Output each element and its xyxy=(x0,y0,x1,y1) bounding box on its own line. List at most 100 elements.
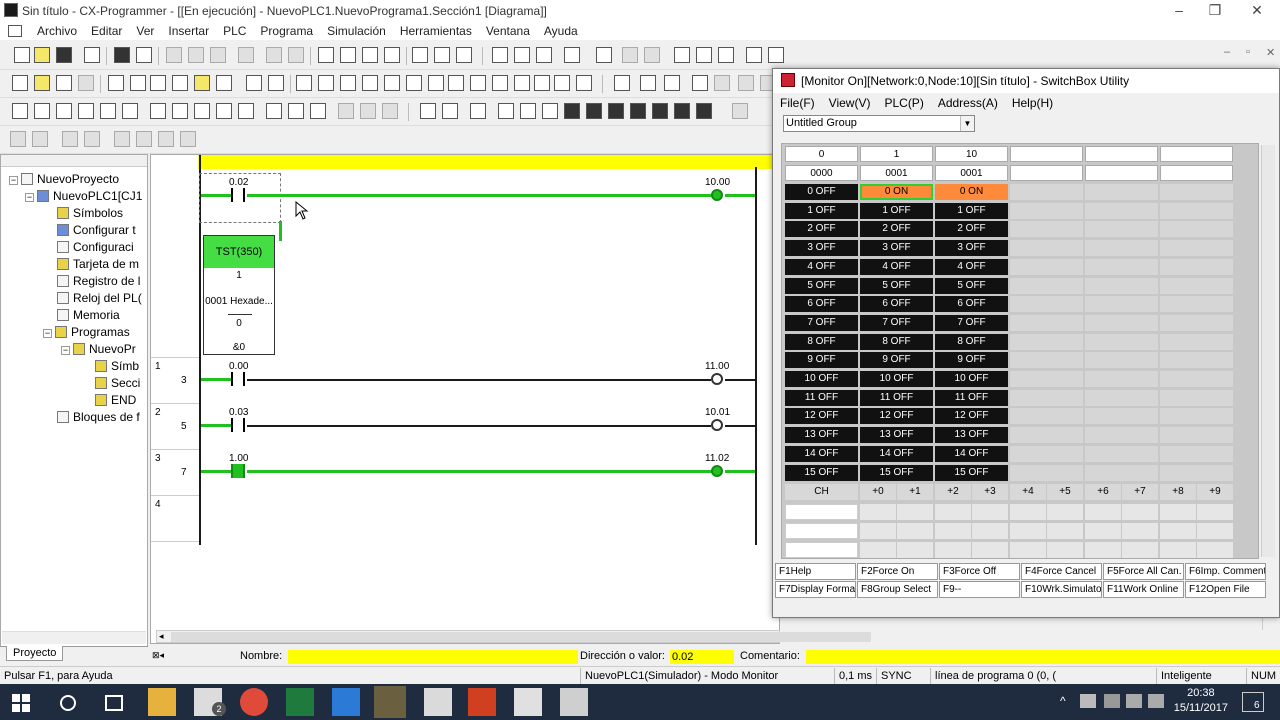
bit-switch[interactable]: 8 OFF xyxy=(785,333,858,350)
menu-ventana[interactable]: Ventana xyxy=(479,24,537,38)
bit-switch[interactable]: 13 OFF xyxy=(860,427,933,444)
line-draw-icon[interactable] xyxy=(554,75,570,91)
reset-icon[interactable] xyxy=(360,103,376,119)
menu-plc[interactable]: PLC xyxy=(216,24,253,38)
lower-grid-ch-cell[interactable] xyxy=(785,542,858,558)
info-collapse-icon[interactable]: ⊠◂ xyxy=(152,650,164,661)
coil-nc-icon[interactable] xyxy=(470,75,486,91)
nombre-field[interactable] xyxy=(288,650,578,664)
fast-forward-icon[interactable] xyxy=(674,103,690,119)
group-select[interactable]: Untitled Group ▼ xyxy=(783,115,975,132)
bit-switch[interactable]: 7 OFF xyxy=(935,314,1008,331)
scroll-left-icon[interactable]: ◂ xyxy=(159,631,164,642)
info-icon[interactable] xyxy=(412,47,428,63)
bit-switch[interactable]: 11 OFF xyxy=(785,389,858,406)
switchbox-title-bar[interactable]: [Monitor On][Network:0,Node:10][Sin títu… xyxy=(773,69,1279,93)
channel-header[interactable] xyxy=(1010,146,1083,162)
next-bookmark-icon[interactable] xyxy=(136,131,152,147)
bit-switch[interactable]: 1 OFF xyxy=(785,202,858,219)
channel-value[interactable]: 0001 xyxy=(860,165,933,181)
lower-grid-cell[interactable] xyxy=(860,504,896,520)
bit-switch[interactable]: 15 OFF xyxy=(785,464,858,481)
tree-node-memory[interactable]: Memoria xyxy=(57,307,120,323)
instruction-icon[interactable] xyxy=(492,75,508,91)
ladder-view-icon[interactable] xyxy=(194,75,210,91)
menu-archivo[interactable]: Archivo xyxy=(30,24,84,38)
print-preview-icon[interactable] xyxy=(84,47,100,63)
simulator-icon[interactable] xyxy=(420,103,436,119)
bit-switch[interactable]: 10 OFF xyxy=(935,371,1008,387)
tree-node-settings[interactable]: Configuraci xyxy=(57,239,134,255)
fkey-button[interactable]: F1Help xyxy=(775,563,856,580)
menu-ver[interactable]: Ver xyxy=(129,24,161,38)
channel-value[interactable]: 0001 xyxy=(935,165,1008,181)
excel-icon[interactable] xyxy=(286,688,314,716)
signed-display-icon[interactable] xyxy=(288,103,304,119)
lower-grid-cell[interactable] xyxy=(1197,542,1233,558)
tree-node-plc[interactable]: − NuevoPLC1[CJ1 xyxy=(25,188,142,204)
lower-grid-cell[interactable] xyxy=(1085,523,1121,539)
search-icon[interactable] xyxy=(58,693,78,713)
io-table-icon[interactable] xyxy=(150,103,166,119)
usb-icon[interactable] xyxy=(1104,694,1120,708)
st-block-icon[interactable] xyxy=(534,75,550,91)
lower-grid-cell[interactable] xyxy=(1197,504,1233,520)
step-end-icon[interactable] xyxy=(696,103,712,119)
bit-switch[interactable]: 3 OFF xyxy=(935,240,1008,257)
compile-icon[interactable] xyxy=(564,47,580,63)
bit-switch[interactable]: 14 OFF xyxy=(785,445,858,462)
tree-node-plc-clock[interactable]: Reloj del PL( xyxy=(57,290,142,306)
tree-node-program[interactable]: − NuevoPr xyxy=(61,341,136,357)
bit-switch[interactable]: 10 OFF xyxy=(860,371,933,387)
contact-or-icon[interactable] xyxy=(362,75,378,91)
set-value-icon[interactable] xyxy=(768,47,784,63)
lower-grid-cell[interactable] xyxy=(1010,504,1046,520)
file-explorer-icon[interactable] xyxy=(148,688,176,716)
bit-switch[interactable]: 12 OFF xyxy=(785,408,858,425)
fkey-button[interactable]: F3Force Off xyxy=(939,563,1020,580)
error-log-toolbar-icon[interactable] xyxy=(216,103,232,119)
sb-menu-plc[interactable]: PLC(P) xyxy=(877,96,930,110)
step-out-icon[interactable] xyxy=(652,103,668,119)
pause-sim-icon[interactable] xyxy=(586,103,602,119)
lower-grid-cell[interactable] xyxy=(1197,523,1233,539)
windows-start-icon[interactable] xyxy=(12,694,30,712)
list-icon[interactable] xyxy=(150,75,166,91)
line-delete-icon[interactable] xyxy=(576,75,592,91)
bit-switch[interactable]: 9 OFF xyxy=(785,352,858,369)
bit-switch[interactable]: 7 OFF xyxy=(860,314,933,331)
contact-nc-icon[interactable] xyxy=(340,75,356,91)
tree-node-function-blocks[interactable]: Bloques de f xyxy=(57,409,140,425)
breakpoint-icon[interactable] xyxy=(520,103,536,119)
bit-switch[interactable]: 11 OFF xyxy=(935,389,1008,406)
context-help-icon[interactable] xyxy=(456,47,472,63)
fkey-button[interactable]: F5Force All Can. xyxy=(1103,563,1184,580)
switchbox-taskbar-icon[interactable] xyxy=(468,688,496,716)
fkey-button[interactable]: F10Wrk.Simulator xyxy=(1021,581,1102,598)
volume-icon[interactable] xyxy=(1148,694,1164,708)
play-icon[interactable] xyxy=(542,103,558,119)
bit-switch[interactable]: 1 OFF xyxy=(860,202,933,219)
st-view-icon[interactable] xyxy=(216,75,232,91)
tray-chevron-icon[interactable]: ^ xyxy=(1060,694,1066,708)
contact-no-icon[interactable] xyxy=(318,75,334,91)
plc-clock-icon[interactable] xyxy=(238,103,254,119)
fkey-button[interactable]: F6Imp. Comment xyxy=(1185,563,1266,580)
monitor-icon[interactable] xyxy=(514,47,530,63)
tree-node-memory-card[interactable]: Tarjeta de m xyxy=(57,256,139,272)
lower-grid-cell[interactable] xyxy=(935,523,971,539)
maximize-button[interactable]: ❐ xyxy=(1196,0,1234,20)
sb-menu-view[interactable]: View(V) xyxy=(822,96,878,110)
tree-node-end[interactable]: END xyxy=(95,392,136,408)
bit-switch[interactable]: 4 OFF xyxy=(935,258,1008,275)
lower-grid-cell[interactable] xyxy=(1010,542,1046,558)
lower-grid-cell[interactable] xyxy=(1085,504,1121,520)
zoom-in-icon[interactable] xyxy=(34,75,50,91)
fkey-button[interactable]: F9-- xyxy=(939,581,1020,598)
fkey-button[interactable]: F2Force On xyxy=(857,563,938,580)
step-icon[interactable] xyxy=(608,103,624,119)
lower-grid-cell[interactable] xyxy=(972,523,1008,539)
window-icon[interactable] xyxy=(246,75,262,91)
mnemonic-icon[interactable] xyxy=(172,75,188,91)
memory-view-icon[interactable] xyxy=(194,103,210,119)
